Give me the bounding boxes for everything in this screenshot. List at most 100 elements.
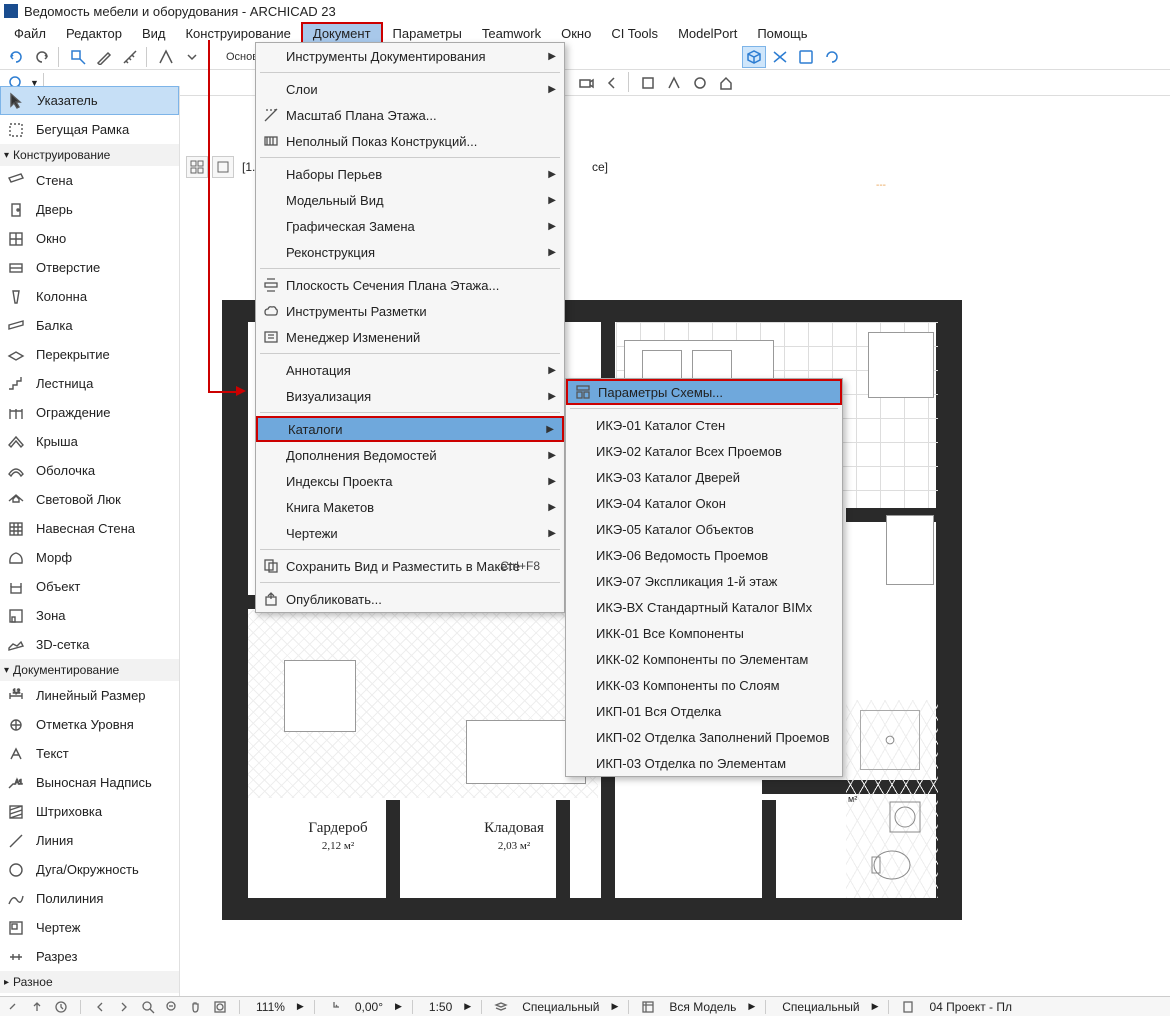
dd-ikp-03[interactable]: ИКП-03 Отделка по Элементам [566, 750, 842, 776]
menu-editor[interactable]: Редактор [56, 24, 132, 43]
undo-icon[interactable] [4, 46, 28, 68]
dd-cut-plane[interactable]: Плоскость Сечения Плана Этажа... [256, 272, 564, 298]
dd-drawings[interactable]: Чертежи▶ [256, 520, 564, 546]
dd-model-view[interactable]: Модельный Вид▶ [256, 187, 564, 213]
tool-section[interactable]: Разрез [0, 942, 179, 971]
right-icon[interactable] [115, 999, 133, 1015]
zoom-icon[interactable] [139, 999, 157, 1015]
tool-beam[interactable]: Балка [0, 311, 179, 340]
tool-opening[interactable]: Отверстие [0, 253, 179, 282]
camera-icon[interactable] [574, 72, 598, 94]
dd-ikk-01[interactable]: ИКК-01 Все Компоненты [566, 620, 842, 646]
dd-layers[interactable]: Слои▶ [256, 76, 564, 102]
tab-plan-icon[interactable] [212, 156, 234, 178]
dd-ike-01[interactable]: ИКЭ-01 Каталог Стен [566, 412, 842, 438]
3d-cube-icon[interactable] [742, 46, 766, 68]
dd-change-manager[interactable]: Менеджер Изменений [256, 324, 564, 350]
left-icon[interactable] [91, 999, 109, 1015]
constrain-icon[interactable] [154, 46, 178, 68]
dd-ike-bx[interactable]: ИКЭ-ВХ Стандартный Каталог BIMx [566, 594, 842, 620]
tool-dimension[interactable]: 1,2Линейный Размер [0, 681, 179, 710]
plan-b-icon[interactable] [662, 72, 686, 94]
tool-skylight[interactable]: Световой Люк [0, 485, 179, 514]
menu-view[interactable]: Вид [132, 24, 176, 43]
dd-layout-book[interactable]: Книга Макетов▶ [256, 494, 564, 520]
dd-annotation[interactable]: Аннотация▶ [256, 357, 564, 383]
inspect-icon[interactable] [66, 46, 90, 68]
tool-line[interactable]: Линия [0, 826, 179, 855]
tool-roof[interactable]: Крыша [0, 427, 179, 456]
dd-floor-scale[interactable]: Масштаб Плана Этажа... [256, 102, 564, 128]
plan-a-icon[interactable] [636, 72, 660, 94]
dd-ikp-02[interactable]: ИКП-02 Отделка Заполнений Проемов [566, 724, 842, 750]
dd-graphic-override[interactable]: Графическая Замена▶ [256, 213, 564, 239]
status-scale[interactable]: 1:50 [423, 1000, 458, 1014]
dd-visualization[interactable]: Визуализация▶ [256, 383, 564, 409]
dd-pen-sets[interactable]: Наборы Перьев▶ [256, 161, 564, 187]
model-icon[interactable] [639, 999, 657, 1015]
rotate-icon[interactable] [820, 46, 844, 68]
menu-help[interactable]: Помощь [747, 24, 817, 43]
tool-morph[interactable]: Морф [0, 543, 179, 572]
tool-mesh[interactable]: 3D-сетка [0, 630, 179, 659]
tool-shell[interactable]: Оболочка [0, 456, 179, 485]
history-icon[interactable] [52, 999, 70, 1015]
status-angle[interactable]: 0,00° [349, 1000, 389, 1014]
dropdown-icon[interactable] [180, 46, 204, 68]
dd-partial-display[interactable]: Неполный Показ Конструкций... [256, 128, 564, 154]
fit-icon[interactable] [211, 999, 229, 1015]
up-icon[interactable] [28, 999, 46, 1015]
menu-window[interactable]: Окно [551, 24, 601, 43]
tool-zone[interactable]: Зона [0, 601, 179, 630]
tool-arc[interactable]: Дуга/Окружность [0, 855, 179, 884]
dd-markup-tools[interactable]: Инструменты Разметки [256, 298, 564, 324]
hand-icon[interactable] [187, 999, 205, 1015]
menu-construction[interactable]: Конструирование [175, 24, 300, 43]
dd-ike-02[interactable]: ИКЭ-02 Каталог Всех Проемов [566, 438, 842, 464]
status-mode1[interactable]: Специальный [516, 1000, 605, 1014]
tool-stair[interactable]: Лестница [0, 369, 179, 398]
tool-door[interactable]: Дверь [0, 195, 179, 224]
menu-citools[interactable]: CI Tools [601, 24, 668, 43]
menu-parameters[interactable]: Параметры [383, 24, 472, 43]
tool-fill[interactable]: Штриховка [0, 797, 179, 826]
tool-text[interactable]: Текст [0, 739, 179, 768]
status-zoom[interactable]: 111% [250, 1000, 291, 1014]
dd-project-indexes[interactable]: Индексы Проекта▶ [256, 468, 564, 494]
dd-publish[interactable]: Опубликовать... [256, 586, 564, 612]
status-mode2[interactable]: Вся Модель [663, 1000, 742, 1014]
tool-railing[interactable]: Ограждение [0, 398, 179, 427]
tab-grid-icon[interactable] [186, 156, 208, 178]
dd-schedules[interactable]: Каталоги▶ [256, 416, 564, 442]
dd-ike-05[interactable]: ИКЭ-05 Каталог Объектов [566, 516, 842, 542]
dd-ikk-02[interactable]: ИКК-02 Компоненты по Элементам [566, 646, 842, 672]
minus-icon[interactable] [163, 999, 181, 1015]
tool-object[interactable]: Объект [0, 572, 179, 601]
tool-drawing[interactable]: Чертеж [0, 913, 179, 942]
tool-curtain-wall[interactable]: Навесная Стена [0, 514, 179, 543]
dd-doc-tools[interactable]: Инструменты Документирования▶ [256, 43, 564, 69]
tool-label[interactable]: A1Выносная Надпись [0, 768, 179, 797]
angle-icon[interactable] [325, 999, 343, 1015]
nav-left-icon[interactable] [600, 72, 624, 94]
zoom-out-icon[interactable] [4, 999, 22, 1015]
tool-pointer[interactable]: Указатель [0, 86, 179, 115]
doc-icon[interactable] [899, 999, 917, 1015]
dd-reconstruction[interactable]: Реконструкция▶ [256, 239, 564, 265]
dd-ikp-01[interactable]: ИКП-01 Вся Отделка [566, 698, 842, 724]
dd-list-addons[interactable]: Дополнения Ведомостей▶ [256, 442, 564, 468]
dd-ike-03[interactable]: ИКЭ-03 Каталог Дверей [566, 464, 842, 490]
menu-teamwork[interactable]: Teamwork [472, 24, 551, 43]
tool-marquee[interactable]: Бегущая Рамка [0, 115, 179, 144]
group-misc[interactable]: ▸Разное [0, 971, 179, 993]
dd-ikk-03[interactable]: ИКК-03 Компоненты по Слоям [566, 672, 842, 698]
menu-file[interactable]: Файл [4, 24, 56, 43]
dd-save-view[interactable]: Сохранить Вид и Разместить в МакетеCtrl+… [256, 553, 564, 579]
tool-polyline[interactable]: Полилиния [0, 884, 179, 913]
tool-window[interactable]: Окно [0, 224, 179, 253]
dd-ike-06[interactable]: ИКЭ-06 Ведомость Проемов [566, 542, 842, 568]
menu-modelport[interactable]: ModelPort [668, 24, 747, 43]
save-icon[interactable] [794, 46, 818, 68]
tool-slab[interactable]: Перекрытие [0, 340, 179, 369]
status-tab[interactable]: 04 Проект - Пл [923, 1000, 1018, 1014]
